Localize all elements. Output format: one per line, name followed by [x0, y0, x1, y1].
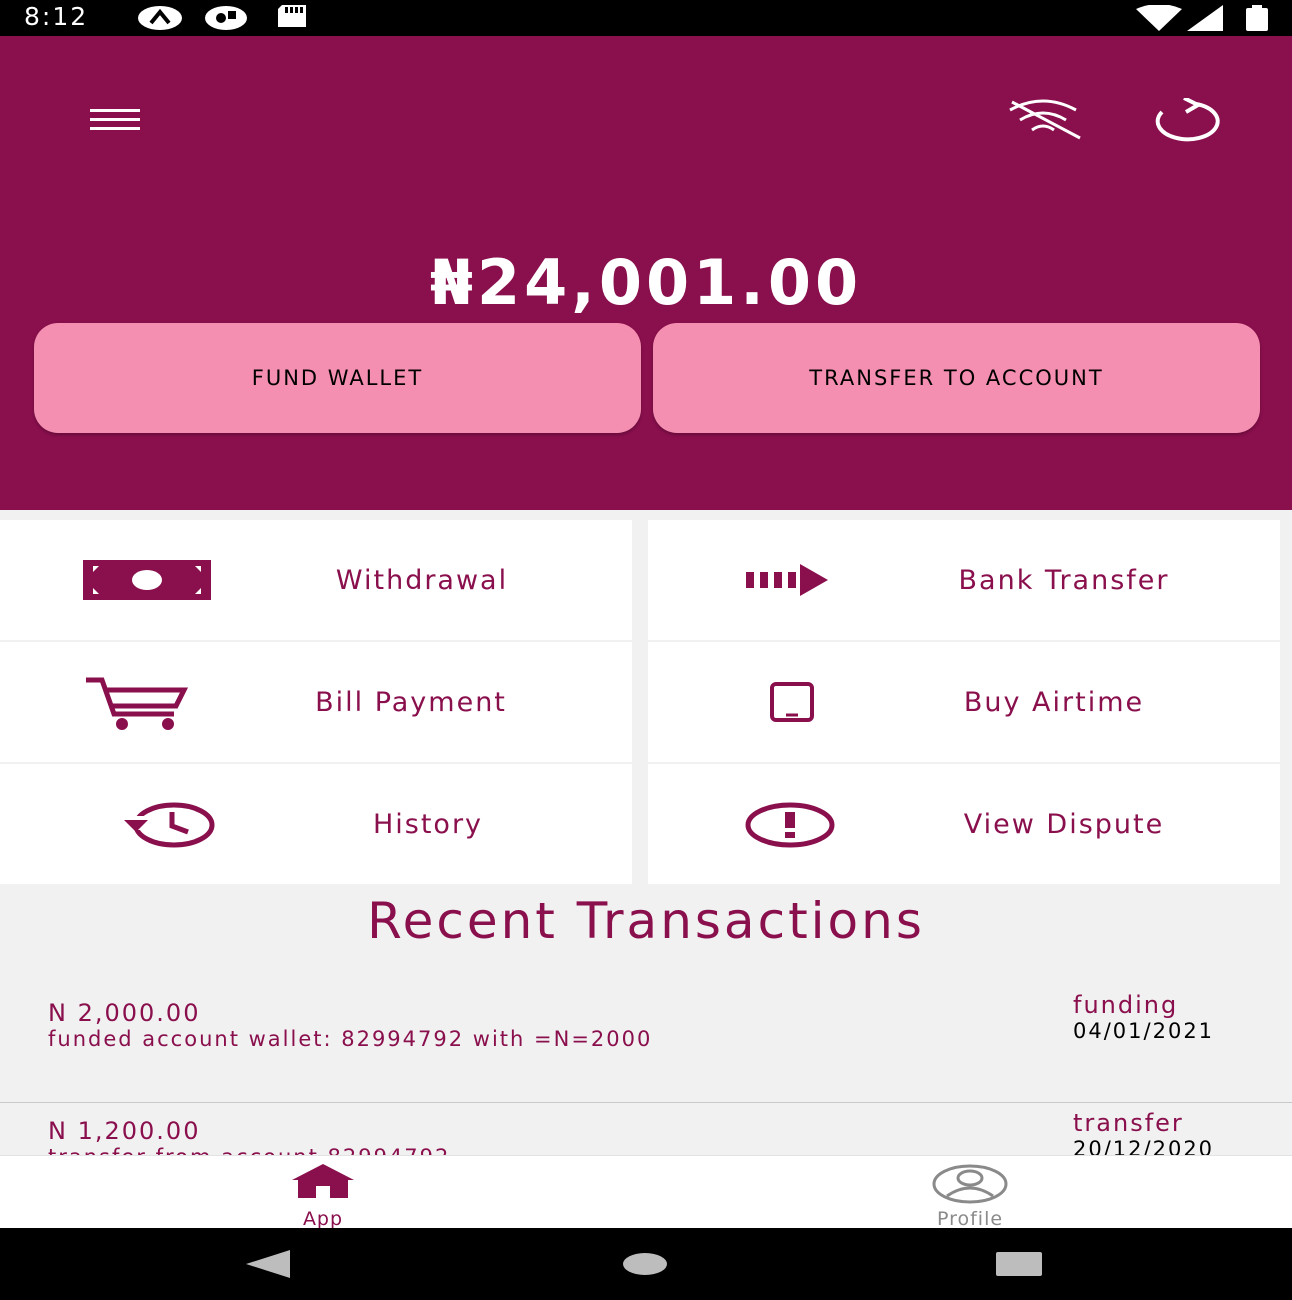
sd-card-icon	[278, 5, 306, 27]
services-menu: Withdrawal Bank Transfer Bill Payment Bu…	[0, 520, 1292, 884]
history-icon	[122, 802, 215, 848]
system-navigation-bar	[0, 1228, 1292, 1300]
transaction-description: funded account wallet: 82994792 with =N=…	[48, 1027, 653, 1051]
transaction-type: transfer	[1073, 1109, 1184, 1137]
menu-label-bank-transfer: Bank Transfer	[958, 564, 1170, 596]
transaction-date: 04/01/2021	[1073, 1019, 1215, 1043]
send-arrow-icon	[746, 564, 828, 596]
menu-item-history[interactable]: History	[0, 764, 632, 884]
transfer-to-account-button[interactable]: TRANSFER TO ACCOUNT	[653, 323, 1260, 433]
transfer-to-account-label: TRANSFER TO ACCOUNT	[809, 366, 1104, 390]
recent-transactions-title: Recent Transactions	[367, 892, 925, 950]
home-circle-icon[interactable]	[622, 1252, 668, 1276]
menu-label-history: History	[372, 808, 484, 840]
transaction-amount: N 1,200.00	[48, 1117, 201, 1145]
battery-icon	[1246, 5, 1268, 31]
wallet-header: ₦24,001.00 FUND WALLET TRANSFER TO ACCOU…	[0, 36, 1292, 510]
phone-icon	[770, 682, 814, 722]
profile-icon	[932, 1164, 1008, 1204]
recents-icon[interactable]	[996, 1252, 1042, 1276]
menu-label-bill-payment: Bill Payment	[315, 686, 507, 718]
nav-tab-profile[interactable]: Profile	[870, 1156, 1070, 1230]
bottom-navigation: App Profile	[0, 1155, 1292, 1230]
transaction-row[interactable]: N 1,200.00 transfer from account 8299479…	[0, 1103, 1292, 1155]
status-bar: 8:12	[0, 0, 1292, 36]
menu-item-withdrawal[interactable]: Withdrawal	[0, 520, 632, 640]
transaction-type: funding	[1073, 991, 1179, 1019]
alert-icon	[745, 802, 835, 848]
money-icon	[83, 560, 211, 600]
nav-tab-app[interactable]: App	[223, 1156, 423, 1230]
menu-item-bank-transfer[interactable]: Bank Transfer	[648, 520, 1280, 640]
transaction-date: 20/12/2020	[1073, 1137, 1215, 1155]
home-icon	[292, 1164, 354, 1198]
cell-signal-icon	[1187, 5, 1223, 31]
menu-icon[interactable]	[90, 108, 142, 132]
menu-label-view-dispute: View Dispute	[963, 808, 1165, 840]
status-app-icon-1	[138, 6, 182, 30]
menu-label-buy-airtime: Buy Airtime	[963, 686, 1145, 718]
back-icon[interactable]	[246, 1250, 292, 1278]
cart-icon	[86, 677, 188, 730]
wifi-off-icon[interactable]	[1004, 98, 1082, 140]
menu-item-bill-payment[interactable]: Bill Payment	[0, 642, 632, 762]
menu-label-withdrawal: Withdrawal	[335, 564, 509, 596]
menu-item-buy-airtime[interactable]: Buy Airtime	[648, 642, 1280, 762]
menu-item-view-dispute[interactable]: View Dispute	[648, 764, 1280, 884]
fund-wallet-button[interactable]: FUND WALLET	[34, 323, 641, 433]
refresh-icon[interactable]	[1152, 98, 1222, 142]
nav-label-profile: Profile	[936, 1208, 1004, 1230]
fund-wallet-label: FUND WALLET	[251, 366, 424, 390]
transaction-description: transfer from account 82994792	[48, 1145, 450, 1155]
wifi-signal-icon	[1136, 5, 1182, 31]
status-time: 8:12	[24, 2, 89, 31]
transaction-row[interactable]: N 2,000.00 funded account wallet: 829947…	[0, 985, 1292, 1103]
wallet-balance: ₦24,001.00	[429, 246, 863, 319]
transactions-list[interactable]: N 2,000.00 funded account wallet: 829947…	[0, 985, 1292, 1155]
status-app-icon-2	[205, 6, 247, 30]
transaction-amount: N 2,000.00	[48, 999, 201, 1027]
nav-label-app: App	[302, 1208, 344, 1230]
